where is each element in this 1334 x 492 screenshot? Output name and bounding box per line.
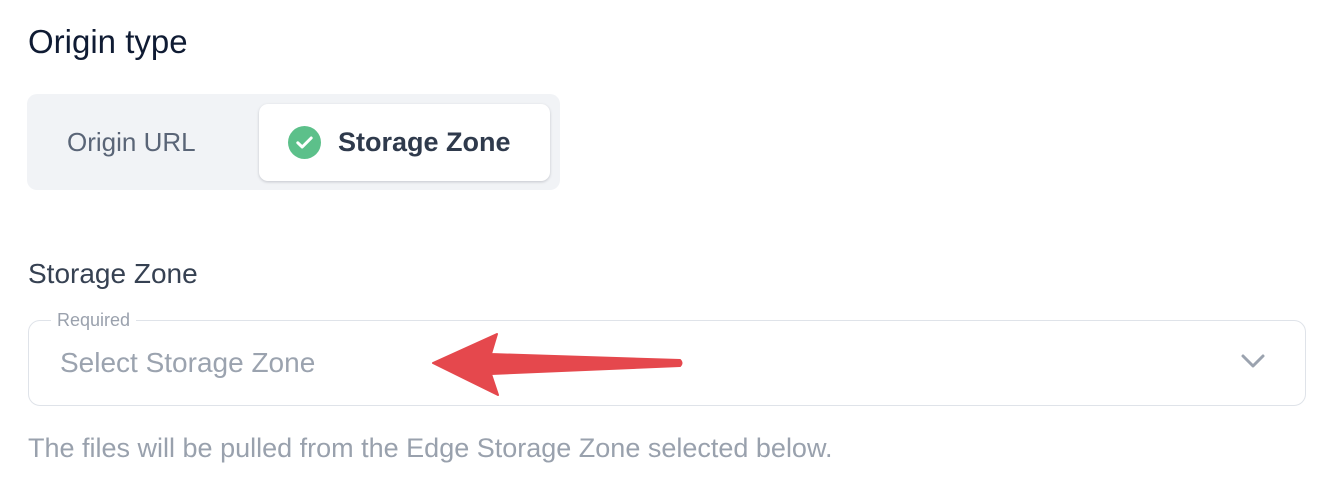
select-placeholder: Select Storage Zone [60, 347, 316, 378]
storage-zone-field-label: Storage Zone [28, 258, 198, 289]
origin-type-selector: Origin URL Storage Zone [27, 94, 560, 190]
chevron-down-icon[interactable] [1239, 351, 1267, 371]
check-circle-icon [288, 126, 321, 159]
storage-zone-option[interactable]: Storage Zone [259, 104, 550, 181]
storage-zone-option-label: Storage Zone [338, 127, 511, 157]
storage-zone-help-text: The files will be pulled from the Edge S… [28, 433, 833, 463]
required-label: Required [51, 309, 137, 331]
origin-url-label: Origin URL [67, 126, 196, 157]
origin-url-option[interactable]: Origin URL [27, 104, 257, 180]
origin-type-title: Origin type [28, 23, 188, 60]
storage-zone-select[interactable]: Required Select Storage Zone [28, 309, 1306, 406]
red-arrow-annotation [432, 333, 683, 396]
